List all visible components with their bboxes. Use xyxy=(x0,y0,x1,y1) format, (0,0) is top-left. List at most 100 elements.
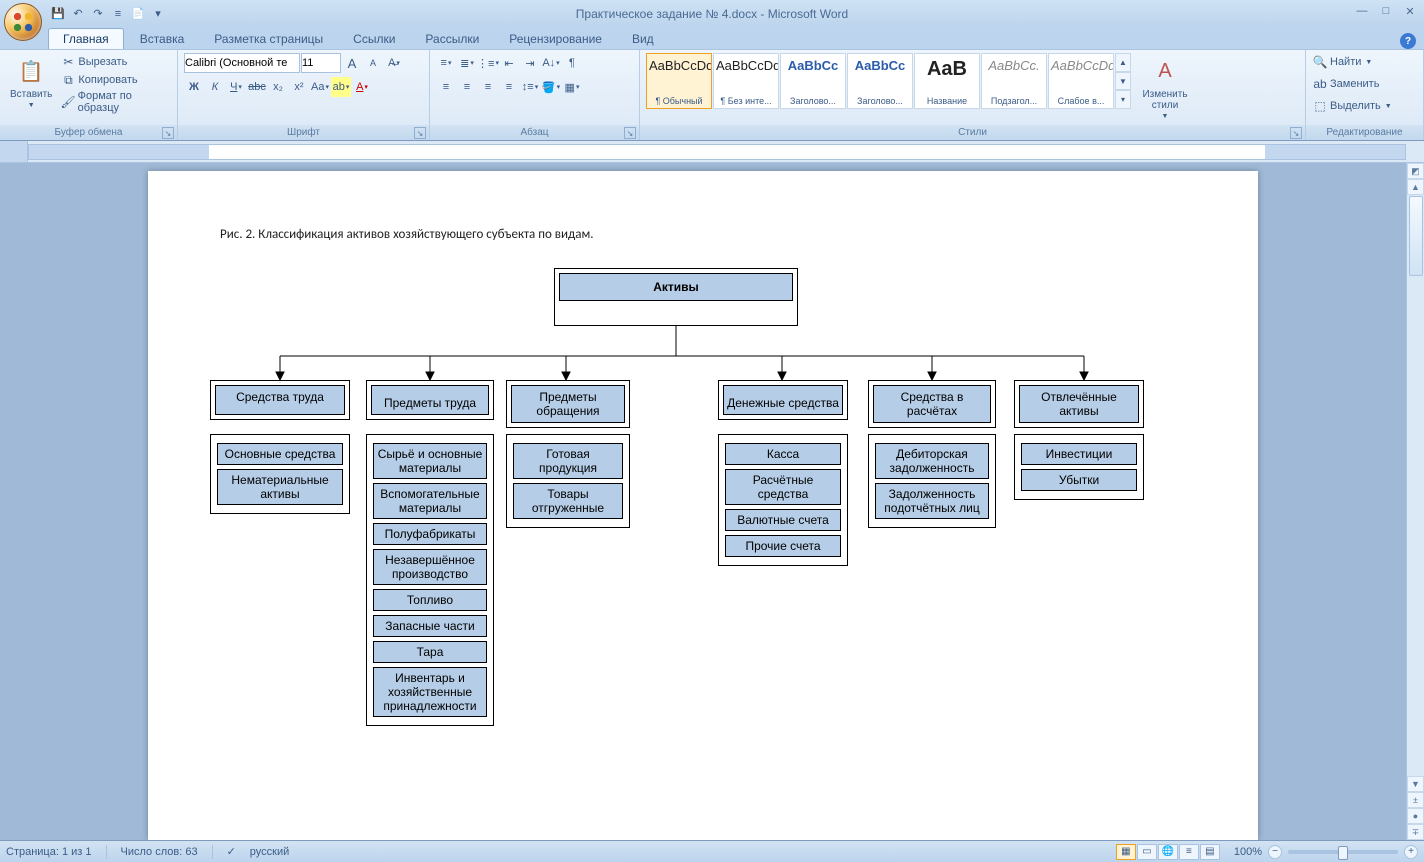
format-painter-button[interactable]: 🖌Формат по образцу xyxy=(60,89,171,115)
grow-font-icon[interactable]: A xyxy=(342,53,362,73)
underline-icon[interactable]: Ч xyxy=(226,77,246,97)
close-button[interactable]: ✕ xyxy=(1402,4,1418,18)
zoom-slider[interactable] xyxy=(1288,850,1398,854)
outdent-icon[interactable]: ⇤ xyxy=(499,53,519,73)
tab-selector[interactable] xyxy=(0,141,28,162)
qat-item-icon[interactable]: ≡ xyxy=(110,6,126,22)
copy-button[interactable]: ⧉Копировать xyxy=(60,71,171,89)
bold-icon[interactable]: Ж xyxy=(184,77,204,97)
word-count[interactable]: Число слов: 63 xyxy=(121,846,198,858)
draft-view-icon[interactable]: ▤ xyxy=(1200,844,1220,860)
style-item[interactable]: AaBbCc.Подзагол... xyxy=(981,53,1047,109)
style-item[interactable]: AaBbCcDd¶ Обычный xyxy=(646,53,712,109)
tab-insert[interactable]: Вставка xyxy=(126,29,199,49)
style-item[interactable]: AaBbCcЗаголово... xyxy=(780,53,846,109)
diagram-items: Дебиторская задолженность Задолженность … xyxy=(868,434,996,528)
ruler-toggle-icon[interactable]: ◩ xyxy=(1407,163,1424,179)
multilevel-icon[interactable]: ⋮≡ xyxy=(478,53,498,73)
help-icon[interactable]: ? xyxy=(1400,33,1416,49)
prev-page-icon[interactable]: ± xyxy=(1407,792,1424,808)
dialog-launcher-icon[interactable]: ↘ xyxy=(162,127,174,139)
qat-item-icon[interactable]: 📄 xyxy=(130,6,146,22)
strike-icon[interactable]: abc xyxy=(247,77,267,97)
cut-button[interactable]: ✂Вырезать xyxy=(60,53,171,71)
borders-icon[interactable]: ▦ xyxy=(562,77,582,97)
office-button[interactable] xyxy=(4,3,42,41)
view-buttons: ▦ ▭ 🌐 ≡ ▤ xyxy=(1116,844,1220,860)
ribbon: 📋 Вставить ▼ ✂Вырезать ⧉Копировать 🖌Форм… xyxy=(0,49,1424,141)
tab-layout[interactable]: Разметка страницы xyxy=(200,29,337,49)
tab-references[interactable]: Ссылки xyxy=(339,29,409,49)
zoom-in-button[interactable]: + xyxy=(1404,845,1418,859)
fullscreen-view-icon[interactable]: ▭ xyxy=(1137,844,1157,860)
show-marks-icon[interactable]: ¶ xyxy=(562,53,582,73)
subscript-icon[interactable]: x₂ xyxy=(268,77,288,97)
scroll-down-icon[interactable]: ▼ xyxy=(1407,776,1424,792)
spellcheck-icon[interactable]: ✓ xyxy=(227,845,236,858)
style-item[interactable]: AaBbCcЗаголово... xyxy=(847,53,913,109)
style-expand[interactable]: ▾ xyxy=(1115,90,1131,109)
style-scroll-up[interactable]: ▲ xyxy=(1115,53,1131,72)
scroll-up-icon[interactable]: ▲ xyxy=(1407,179,1424,195)
highlight-icon[interactable]: ab xyxy=(331,77,351,97)
replace-button[interactable]: abЗаменить xyxy=(1312,75,1379,93)
print-layout-view-icon[interactable]: ▦ xyxy=(1116,844,1136,860)
zoom-control: 100% − + xyxy=(1234,845,1418,859)
minimize-button[interactable]: — xyxy=(1354,4,1370,18)
tab-review[interactable]: Рецензирование xyxy=(495,29,616,49)
outline-view-icon[interactable]: ≡ xyxy=(1179,844,1199,860)
vertical-scrollbar[interactable]: ◩ ▲ ▼ ± ● ∓ xyxy=(1406,163,1424,840)
zoom-level[interactable]: 100% xyxy=(1234,846,1262,858)
align-center-icon[interactable]: ≡ xyxy=(457,77,477,97)
change-styles-button[interactable]: A Изменить стили ▼ xyxy=(1135,53,1195,122)
font-size-input[interactable] xyxy=(301,53,341,73)
qat-dropdown-icon[interactable]: ▾ xyxy=(150,6,166,22)
italic-icon[interactable]: К xyxy=(205,77,225,97)
language-status[interactable]: русский xyxy=(250,846,289,858)
web-view-icon[interactable]: 🌐 xyxy=(1158,844,1178,860)
dialog-launcher-icon[interactable]: ↘ xyxy=(1290,127,1302,139)
tab-view[interactable]: Вид xyxy=(618,29,668,49)
shading-icon[interactable]: 🪣 xyxy=(541,77,561,97)
find-button[interactable]: 🔍Найти▼ xyxy=(1312,53,1372,71)
bullets-icon[interactable]: ≡ xyxy=(436,53,456,73)
maximize-button[interactable]: □ xyxy=(1378,4,1394,18)
line-spacing-icon[interactable]: ↕≡ xyxy=(520,77,540,97)
zoom-out-button[interactable]: − xyxy=(1268,845,1282,859)
dialog-launcher-icon[interactable]: ↘ xyxy=(414,127,426,139)
indent-icon[interactable]: ⇥ xyxy=(520,53,540,73)
justify-icon[interactable]: ≡ xyxy=(499,77,519,97)
clear-format-icon[interactable]: A̶ xyxy=(384,53,404,73)
diagram-category: Денежные средства xyxy=(718,380,848,420)
style-item[interactable]: AaBНазвание xyxy=(914,53,980,109)
next-page-icon[interactable]: ∓ xyxy=(1407,824,1424,840)
shrink-font-icon[interactable]: A xyxy=(363,53,383,73)
save-icon[interactable]: 💾 xyxy=(50,6,66,22)
style-scroll-down[interactable]: ▼ xyxy=(1115,72,1131,91)
horizontal-ruler[interactable] xyxy=(28,144,1406,160)
style-item[interactable]: AaBbCcDdСлабое в... xyxy=(1048,53,1114,109)
group-label: Абзац↘ xyxy=(430,125,639,140)
select-button[interactable]: ⬚Выделить▼ xyxy=(1312,97,1392,115)
superscript-icon[interactable]: x² xyxy=(289,77,309,97)
diagram-items: Основные средства Нематериальные активы xyxy=(210,434,350,514)
style-item[interactable]: AaBbCcDd¶ Без инте... xyxy=(713,53,779,109)
sort-icon[interactable]: A↓ xyxy=(541,53,561,73)
align-left-icon[interactable]: ≡ xyxy=(436,77,456,97)
change-case-icon[interactable]: Aa xyxy=(310,77,330,97)
page[interactable]: Рис. 2. Классификация активов хозяйствую… xyxy=(148,171,1258,840)
font-name-input[interactable] xyxy=(184,53,300,73)
align-right-icon[interactable]: ≡ xyxy=(478,77,498,97)
browse-object-icon[interactable]: ● xyxy=(1407,808,1424,824)
numbering-icon[interactable]: ≣ xyxy=(457,53,477,73)
tab-home[interactable]: Главная xyxy=(48,28,124,49)
redo-icon[interactable]: ↷ xyxy=(90,6,106,22)
paste-button[interactable]: 📋 Вставить ▼ xyxy=(6,53,56,111)
undo-icon[interactable]: ↶ xyxy=(70,6,86,22)
font-color-icon[interactable]: A xyxy=(352,77,372,97)
scroll-thumb[interactable] xyxy=(1409,196,1423,276)
dialog-launcher-icon[interactable]: ↘ xyxy=(624,127,636,139)
tab-mailings[interactable]: Рассылки xyxy=(411,29,493,49)
page-status[interactable]: Страница: 1 из 1 xyxy=(6,846,92,858)
diagram-items: Инвестиции Убытки xyxy=(1014,434,1144,500)
